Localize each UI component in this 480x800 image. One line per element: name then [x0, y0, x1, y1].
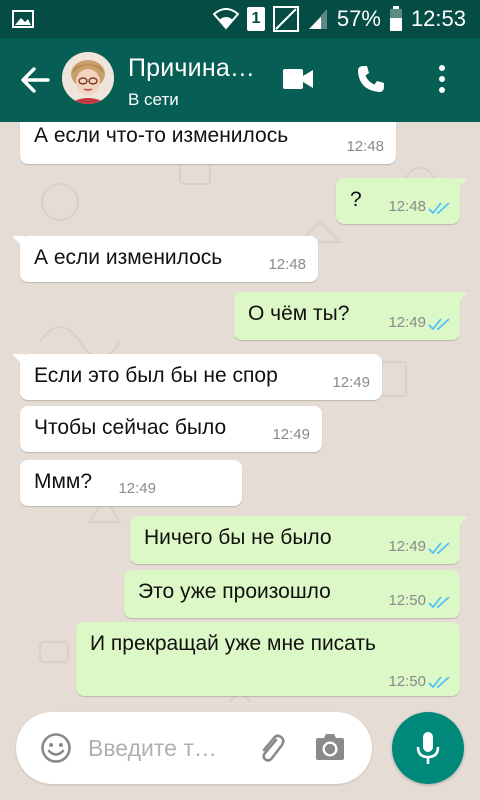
more-vert-icon[interactable] — [438, 64, 446, 94]
incoming-message[interactable]: Ммм? 12:49 — [20, 460, 242, 506]
phone-call-icon[interactable] — [356, 64, 386, 94]
battery-percent: 57% — [336, 6, 381, 31]
bubble-tail — [456, 292, 468, 304]
no-signal-icon — [272, 6, 299, 32]
read-receipt-icon — [428, 318, 450, 331]
contact-name[interactable]: Причина… — [128, 54, 255, 83]
message-time: 12:49 — [272, 426, 310, 443]
message-list[interactable]: А если что-то изменилось 12:48? 12:48 А есл… — [0, 122, 480, 708]
incoming-message[interactable]: А если что-то изменилось 12:48 — [20, 122, 396, 164]
status-bar: 1 57% 12:53 — [0, 0, 480, 38]
read-receipt-icon — [428, 596, 450, 609]
avatar[interactable] — [62, 52, 114, 104]
message-text: Чтобы сейчас было — [34, 416, 227, 439]
message-text: Если это был бы не спор — [34, 364, 278, 387]
message-input[interactable] — [88, 730, 238, 766]
incoming-message[interactable]: Если это был бы не спор 12:49 — [12, 354, 382, 400]
status-icons: 1 57% 12:53 — [212, 0, 466, 38]
message-text: Ничего бы не было — [144, 526, 332, 549]
voice-message-button[interactable] — [392, 712, 464, 784]
battery-icon — [389, 6, 402, 31]
outgoing-message[interactable]: О чём ты? 12:49 — [234, 292, 468, 340]
bubble-tail — [456, 178, 468, 190]
wifi-icon — [212, 8, 239, 30]
message-time: 12:49 — [388, 538, 426, 555]
message-time: 12:49 — [118, 480, 156, 497]
outgoing-message[interactable]: И прекращай уже мне писать 12:50 — [76, 622, 460, 696]
mic-icon — [416, 732, 440, 764]
message-time: 12:50 — [388, 592, 426, 609]
read-receipt-icon — [428, 202, 450, 215]
sim-number: 1 — [251, 10, 261, 27]
bubble-tail — [12, 236, 24, 248]
message-time: 12:48 — [346, 138, 384, 155]
back-arrow-icon[interactable] — [18, 62, 54, 98]
gallery-icon — [12, 10, 34, 28]
read-receipt-icon — [428, 676, 450, 689]
bubble-tail — [12, 354, 24, 366]
message-text: А если изменилось — [34, 246, 223, 269]
signal-icon — [308, 9, 327, 29]
video-call-icon[interactable] — [282, 66, 314, 92]
message-text: Ммм? — [34, 470, 93, 493]
incoming-message[interactable]: А если изменилось 12:48 — [12, 236, 318, 282]
outgoing-message[interactable]: Это уже произошло 12:50 — [124, 570, 460, 618]
outgoing-message[interactable]: Ничего бы не было 12:49 — [130, 516, 468, 564]
message-time: 12:48 — [388, 198, 426, 215]
message-text: О чём ты? — [248, 302, 350, 325]
outgoing-message[interactable]: ? 12:48 — [336, 178, 468, 224]
avatar-image — [62, 52, 114, 104]
read-receipt-icon — [428, 542, 450, 555]
message-time: 12:48 — [268, 256, 306, 273]
message-text: И прекращай уже мне писать — [90, 632, 376, 655]
camera-icon[interactable] — [314, 732, 346, 762]
message-time: 12:49 — [388, 314, 426, 331]
attach-icon[interactable] — [256, 732, 286, 764]
message-text: А если что-то изменилось — [34, 124, 289, 147]
contact-status: В сети — [128, 90, 179, 109]
message-time: 12:49 — [332, 374, 370, 391]
clock: 12:53 — [410, 6, 466, 31]
message-time: 12:50 — [388, 673, 426, 690]
emoji-icon[interactable] — [40, 732, 72, 764]
message-text: Это уже произошло — [138, 580, 331, 603]
sim-icon: 1 — [246, 7, 265, 31]
bubble-tail — [456, 516, 468, 528]
incoming-message[interactable]: Чтобы сейчас было 12:49 — [20, 406, 322, 452]
chat-header: Причина… В сети — [0, 38, 480, 122]
message-composer — [16, 712, 372, 784]
message-text: ? — [350, 188, 362, 211]
